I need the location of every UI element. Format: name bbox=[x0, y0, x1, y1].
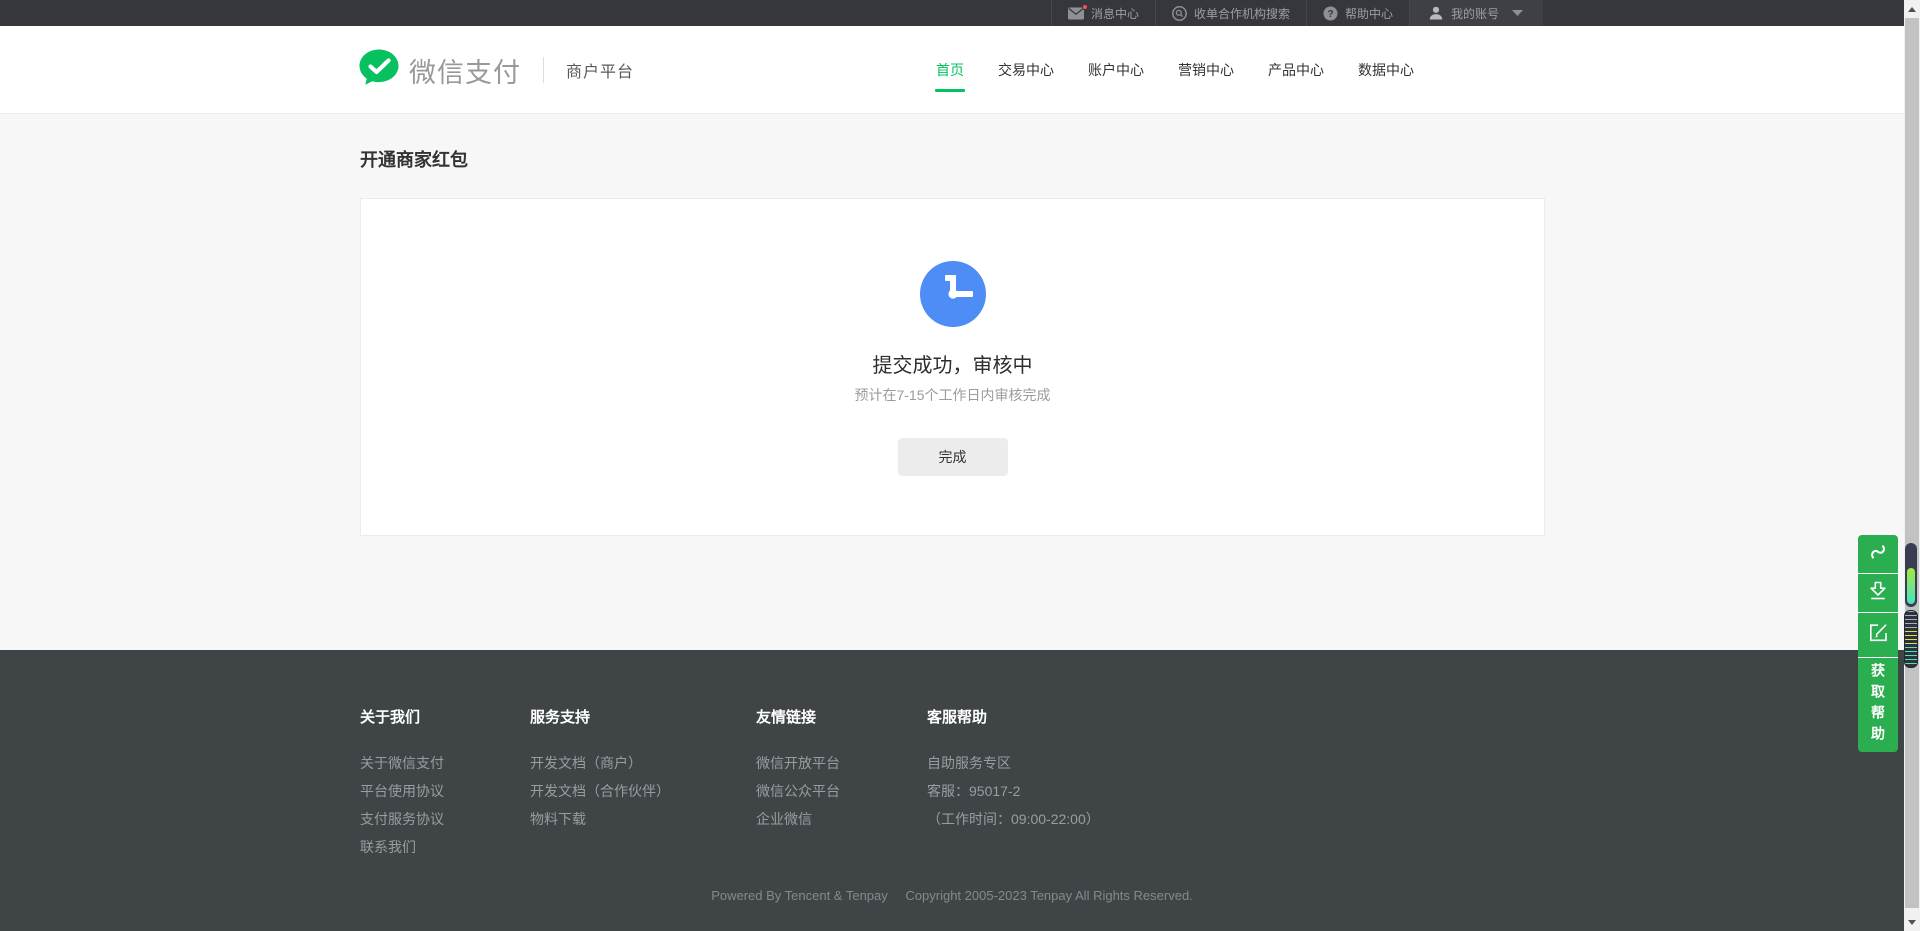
copyright-notice: Copyright 2005-2023 Tenpay All Rights Re… bbox=[905, 888, 1192, 903]
topbar-item-help-center[interactable]: ? 帮助中心 bbox=[1306, 0, 1409, 26]
get-help-button[interactable]: 获取帮助 bbox=[1858, 657, 1898, 752]
copyright: Powered By Tencent & Tenpay Copyright 20… bbox=[0, 888, 1904, 903]
link-icon bbox=[1867, 541, 1889, 568]
footer-column-friend-links: 友情链接 微信开放平台 微信公众平台 企业微信 bbox=[756, 706, 840, 840]
help-icon: ? bbox=[1323, 6, 1338, 21]
footer-link[interactable]: 企业微信 bbox=[756, 812, 840, 827]
nav-item-transaction-center[interactable]: 交易中心 bbox=[998, 26, 1054, 114]
get-help-label: 获取帮助 bbox=[1871, 663, 1885, 747]
edit-icon bbox=[1868, 622, 1889, 648]
nav-item-account-center[interactable]: 账户中心 bbox=[1088, 26, 1144, 114]
portal-label: 商户平台 bbox=[566, 58, 634, 82]
scrollbar[interactable] bbox=[1904, 0, 1920, 931]
main-nav: 首页 交易中心 账户中心 营销中心 产品中心 数据中心 bbox=[936, 26, 1414, 114]
scroll-thumb[interactable] bbox=[1905, 18, 1919, 908]
mail-icon bbox=[1068, 7, 1084, 20]
scroll-up-arrow[interactable] bbox=[1904, 2, 1920, 16]
topbar-item-label: 消息中心 bbox=[1091, 5, 1139, 22]
footer-column-title: 客服帮助 bbox=[927, 706, 1100, 727]
topbar-item-messages[interactable]: 消息中心 bbox=[1051, 0, 1155, 26]
wechat-pay-logo[interactable]: 微信支付 商户平台 bbox=[358, 26, 634, 114]
scroll-down-arrow[interactable] bbox=[1904, 915, 1920, 929]
footer-column-services: 服务支持 开发文档（商户） 开发文档（合作伙伴） 物料下载 bbox=[530, 706, 670, 840]
footer-link[interactable]: 联系我们 bbox=[360, 840, 444, 855]
user-icon bbox=[1428, 5, 1444, 21]
topbar-item-label: 我的账号 bbox=[1451, 5, 1499, 22]
search-icon bbox=[1172, 6, 1187, 21]
status-card: 提交成功，审核中 预计在7-15个工作日内审核完成 完成 bbox=[360, 198, 1545, 536]
nav-item-home[interactable]: 首页 bbox=[936, 26, 964, 114]
notification-dot bbox=[1082, 4, 1088, 10]
footer-column-about: 关于我们 关于微信支付 平台使用协议 支付服务协议 联系我们 bbox=[360, 706, 444, 868]
topbar-item-acquiring-search[interactable]: 收单合作机构搜索 bbox=[1155, 0, 1306, 26]
scroll-marker-striped bbox=[1904, 610, 1918, 668]
footer-support-phone: 客服：95017-2 bbox=[927, 784, 1100, 799]
topbar: 消息中心 收单合作机构搜索 ? 帮助中心 我的账号 bbox=[0, 0, 1920, 26]
footer-column-title: 服务支持 bbox=[530, 706, 670, 727]
topbar-item-label: 帮助中心 bbox=[1345, 5, 1393, 22]
topbar-menu: 消息中心 收单合作机构搜索 ? 帮助中心 我的账号 bbox=[1051, 0, 1543, 26]
download-icon bbox=[1868, 580, 1888, 606]
done-button[interactable]: 完成 bbox=[898, 438, 1008, 476]
logo-text: 微信支付 bbox=[409, 51, 521, 90]
footer-support-hours: （工作时间：09:00-22:00） bbox=[927, 812, 1100, 827]
nav-item-marketing-center[interactable]: 营销中心 bbox=[1178, 26, 1234, 114]
footer-link[interactable]: 支付服务协议 bbox=[360, 812, 444, 827]
clock-icon bbox=[920, 261, 986, 327]
status-title: 提交成功，审核中 bbox=[361, 349, 1544, 378]
footer-link[interactable]: 开发文档（商户） bbox=[530, 756, 670, 771]
topbar-item-label: 收单合作机构搜索 bbox=[1194, 5, 1290, 22]
scroll-marker-gradient bbox=[1905, 543, 1917, 607]
nav-item-data-center[interactable]: 数据中心 bbox=[1358, 26, 1414, 114]
footer-link[interactable]: 自助服务专区 bbox=[927, 756, 1100, 771]
chevron-down-icon bbox=[1512, 10, 1523, 16]
logo-divider bbox=[543, 57, 544, 83]
float-feedback-button[interactable] bbox=[1858, 612, 1898, 657]
logo-bubble-icon bbox=[358, 48, 400, 93]
footer-link[interactable]: 物料下载 bbox=[530, 812, 670, 827]
float-download-button[interactable] bbox=[1858, 573, 1898, 612]
float-link-button[interactable] bbox=[1858, 535, 1898, 573]
status-subtitle: 预计在7-15个工作日内审核完成 bbox=[361, 385, 1544, 405]
footer-column-title: 关于我们 bbox=[360, 706, 444, 727]
topbar-item-account[interactable]: 我的账号 bbox=[1409, 0, 1543, 26]
footer-link[interactable]: 微信开放平台 bbox=[756, 756, 840, 771]
nav-item-product-center[interactable]: 产品中心 bbox=[1268, 26, 1324, 114]
footer-link[interactable]: 开发文档（合作伙伴） bbox=[530, 784, 670, 799]
svg-text:?: ? bbox=[1327, 9, 1333, 20]
footer-link[interactable]: 微信公众平台 bbox=[756, 784, 840, 799]
footer: 关于我们 关于微信支付 平台使用协议 支付服务协议 联系我们 服务支持 开发文档… bbox=[0, 650, 1920, 931]
footer-link[interactable]: 关于微信支付 bbox=[360, 756, 444, 771]
copyright-powered-by: Powered By Tencent & Tenpay bbox=[711, 888, 888, 903]
footer-column-title: 友情链接 bbox=[756, 706, 840, 727]
header: 微信支付 商户平台 首页 交易中心 账户中心 营销中心 产品中心 数据中心 bbox=[0, 26, 1920, 114]
footer-link[interactable]: 平台使用协议 bbox=[360, 784, 444, 799]
page-title: 开通商家红包 bbox=[360, 146, 468, 172]
footer-column-customer-support: 客服帮助 自助服务专区 客服：95017-2 （工作时间：09:00-22:00… bbox=[927, 706, 1100, 840]
float-panel: 获取帮助 bbox=[1858, 535, 1898, 752]
